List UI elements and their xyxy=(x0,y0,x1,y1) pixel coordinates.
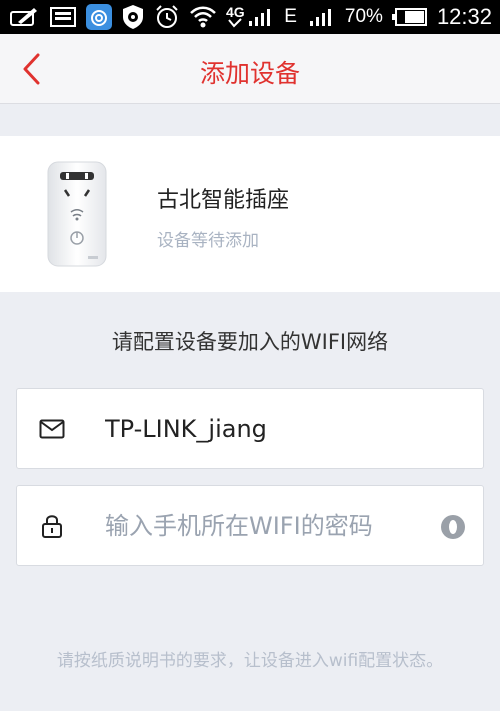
network-4g-label: 4G xyxy=(226,4,245,20)
wifi-password-field[interactable] xyxy=(16,485,484,566)
shield-icon xyxy=(121,4,145,30)
status-bar-left: 4G xyxy=(8,4,245,30)
data-4g-icon: 4G xyxy=(226,4,245,28)
device-card: 古北智能插座 设备等待添加 xyxy=(0,136,500,292)
status-bar: 4G E 70% 12:32 xyxy=(0,0,500,34)
network-e-label: E xyxy=(284,6,297,27)
cloud-app-icon xyxy=(86,4,112,30)
wifi-icon xyxy=(189,5,217,29)
device-status: 设备等待添加 xyxy=(157,231,259,251)
status-time: 12:32 xyxy=(436,4,492,29)
battery-icon xyxy=(391,7,428,27)
page-title: 添加设备 xyxy=(199,59,300,88)
password-visibility-toggle[interactable] xyxy=(439,514,467,540)
alarm-icon xyxy=(154,4,180,30)
battery-percent: 70% xyxy=(344,6,383,27)
config-hint-text: 请按纸质说明书的要求，让设备进入wifi配置状态。 xyxy=(56,651,444,671)
wifi-password-input[interactable] xyxy=(105,504,425,548)
envelope-icon xyxy=(39,417,65,441)
lock-icon xyxy=(39,514,65,538)
app-header: 添加设备 xyxy=(0,34,500,104)
wifi-ssid-field[interactable] xyxy=(16,388,484,469)
gallery-icon xyxy=(49,6,77,28)
smart-plug-image xyxy=(44,160,110,268)
eye-icon xyxy=(441,515,465,539)
wifi-ssid-input[interactable] xyxy=(105,407,425,451)
status-bar-right: E 70% 12:32 xyxy=(247,4,492,30)
signal-2-icon xyxy=(306,7,336,27)
signal-icon xyxy=(247,7,275,27)
wifi-section-label: 请配置设备要加入的WIFI网络 xyxy=(111,330,389,354)
edit-icon xyxy=(8,6,40,28)
device-name: 古北智能插座 xyxy=(157,188,290,213)
